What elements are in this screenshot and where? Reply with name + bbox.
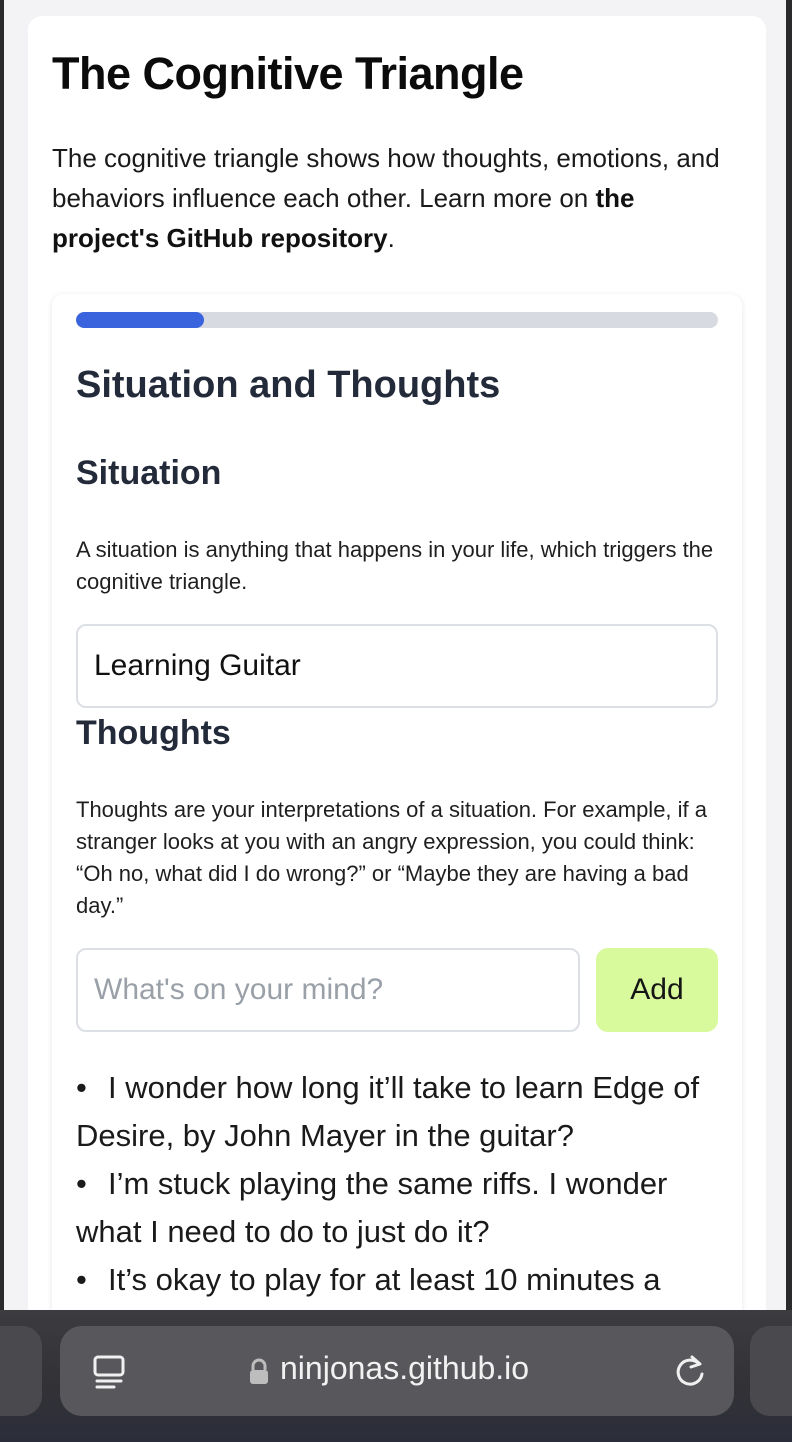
step-title: Situation and Thoughts	[76, 364, 501, 406]
progress-bar	[76, 312, 718, 328]
thoughts-description: Thoughts are your interpretations of a s…	[76, 797, 707, 918]
url-text[interactable]: ninjonas.github.io	[280, 1350, 529, 1387]
thought-list-item: I wonder how long it’ll take to learn Ed…	[76, 1064, 718, 1160]
browser-toolbar: ninjonas.github.io	[0, 1310, 792, 1442]
add-thought-button[interactable]: Add	[596, 948, 718, 1032]
progress-bar-fill	[76, 312, 205, 328]
main-card: The Cognitive Triangle The cognitive tri…	[28, 16, 766, 1310]
intro-end: .	[387, 223, 395, 253]
thought-input[interactable]	[76, 948, 580, 1032]
thought-list-item: It’s okay to play for at least 10 minute…	[76, 1256, 718, 1310]
next-tab-preview[interactable]	[750, 1326, 792, 1416]
situation-description: A situation is anything that happens in …	[76, 537, 714, 594]
page-title: The Cognitive Triangle	[52, 48, 524, 99]
address-bar[interactable]: ninjonas.github.io	[60, 1326, 734, 1416]
intro-paragraph: The cognitive triangle shows how thought…	[52, 138, 742, 258]
web-page: The Cognitive Triangle The cognitive tri…	[4, 0, 786, 1310]
thoughts-heading: Thoughts	[76, 714, 231, 752]
reload-icon[interactable]	[672, 1352, 708, 1390]
situation-input[interactable]	[76, 624, 718, 708]
thought-list-item: I’m stuck playing the same riffs. I wond…	[76, 1160, 718, 1256]
previous-tab-preview[interactable]	[0, 1326, 42, 1416]
lock-icon	[250, 1358, 268, 1384]
reader-mode-icon[interactable]	[92, 1354, 126, 1390]
thought-list: I wonder how long it’ll take to learn Ed…	[76, 1064, 718, 1310]
situation-heading: Situation	[76, 454, 222, 492]
step-card: Situation and Thoughts Situation A situa…	[52, 294, 742, 1310]
